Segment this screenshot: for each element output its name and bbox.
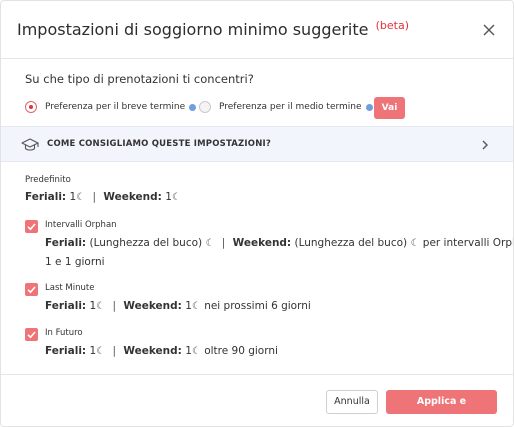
orphan-gaps-label: Intervalli Orphan: [45, 220, 117, 230]
booking-type-options: Preferenza per il breve termine Preferen…: [25, 97, 505, 119]
weekdays-label: Feriali:: [25, 191, 67, 203]
chevron-right-icon[interactable]: [480, 139, 490, 151]
orphan-gaps-values: Feriali: (Lunghezza del buco) ☾ | Weeken…: [45, 235, 513, 252]
moon-icon: ☾: [191, 346, 201, 357]
weekend-label: Weekend:: [103, 191, 162, 203]
weekend-value: 1: [165, 191, 172, 203]
moon-icon: ☾: [205, 238, 215, 249]
radio-short-term-label: Preferenza per il breve termine: [45, 102, 186, 112]
radio-medium-term-label: Preferenza per il medio termine: [219, 102, 362, 112]
weekend-value: (Lunghezza del buco): [294, 237, 408, 249]
separator: |: [221, 237, 226, 249]
weekdays-label: Feriali:: [45, 237, 87, 249]
separator: |: [112, 300, 117, 312]
default-values: Feriali: 1☾ | Weekend: 1☾: [25, 191, 181, 203]
future-label: In Futuro: [45, 328, 83, 338]
info-icon[interactable]: [365, 103, 373, 111]
weekend-label: Weekend:: [123, 345, 182, 357]
moon-icon: ☾: [410, 238, 420, 249]
weekend-label: Weekend:: [232, 237, 292, 249]
weekdays-value: 1: [69, 191, 77, 203]
booking-type-question: Su che tipo di prenotazioni ti concentri…: [25, 72, 254, 86]
graduation-cap-icon: [21, 138, 39, 151]
radio-medium-term[interactable]: Preferenza per il medio termine: [199, 101, 373, 113]
weekdays-value: 1: [89, 345, 97, 357]
orphan-gaps-suffix: per intervalli Orphan tra: [422, 237, 513, 249]
future-body: In Futuro Feriali: 1☾ | Weekend: 1☾ oltr…: [45, 328, 278, 360]
go-button[interactable]: Vai: [374, 97, 405, 119]
weekend-value: 1: [185, 345, 192, 357]
min-stay-dialog: Impostazioni di soggiorno minimo suggeri…: [0, 0, 514, 427]
separator: |: [112, 345, 117, 357]
check-icon: [27, 331, 36, 339]
moon-icon: ☾: [76, 192, 86, 203]
future-values: Feriali: 1☾ | Weekend: 1☾ oltre 90 giorn…: [45, 343, 278, 360]
orphan-gaps-checkbox[interactable]: [25, 220, 38, 233]
check-icon: [27, 223, 36, 231]
future-suffix: oltre 90 giorni: [204, 345, 278, 357]
radio-short-term[interactable]: Preferenza per il breve termine: [25, 101, 197, 113]
radio-short-term-indicator[interactable]: [25, 101, 37, 113]
cancel-button[interactable]: Annulla: [326, 390, 378, 414]
weekend-value: 1: [185, 300, 192, 312]
moon-icon: ☾: [191, 301, 201, 312]
info-icon[interactable]: [189, 103, 197, 111]
dialog-title: Impostazioni di soggiorno minimo suggeri…: [17, 19, 409, 39]
default-label: Predefinito: [25, 175, 71, 185]
future-checkbox[interactable]: [25, 328, 38, 341]
last-minute-checkbox[interactable]: [25, 283, 38, 296]
orphan-gaps-body: Intervalli Orphan Feriali: (Lunghezza de…: [45, 220, 513, 270]
moon-icon: ☾: [171, 192, 181, 203]
weekdays-value: 1: [89, 300, 97, 312]
apply-customize-button[interactable]: Applica e personalizza: [386, 390, 497, 426]
advice-banner[interactable]: COME CONSIGLIAMO QUESTE IMPOSTAZIONI?: [1, 126, 513, 162]
weekdays-label: Feriali:: [45, 300, 87, 312]
orphan-gaps-range: 1 e 1 giorni: [45, 256, 105, 268]
dialog-header: Impostazioni di soggiorno minimo suggeri…: [1, 1, 513, 59]
last-minute-suffix: nei prossimi 6 giorni: [204, 300, 311, 312]
dialog-title-text: Impostazioni di soggiorno minimo suggeri…: [17, 20, 369, 39]
dialog-footer: Annulla Applica e personalizza: [1, 374, 513, 426]
close-icon[interactable]: [481, 22, 497, 38]
weekdays-value: (Lunghezza del buco): [89, 237, 203, 249]
advice-label: COME CONSIGLIAMO QUESTE IMPOSTAZIONI?: [47, 139, 272, 149]
last-minute-body: Last Minute Feriali: 1☾ | Weekend: 1☾ ne…: [45, 283, 311, 315]
check-icon: [27, 286, 36, 294]
weekdays-label: Feriali:: [45, 345, 87, 357]
moon-icon: ☾: [96, 301, 106, 312]
moon-icon: ☾: [96, 346, 106, 357]
last-minute-values: Feriali: 1☾ | Weekend: 1☾ nei prossimi 6…: [45, 298, 311, 315]
radio-medium-term-indicator[interactable]: [199, 101, 211, 113]
weekend-label: Weekend:: [123, 300, 182, 312]
default-settings: Predefinito Feriali: 1☾ | Weekend: 1☾: [25, 175, 181, 203]
last-minute-label: Last Minute: [45, 283, 95, 293]
separator: |: [92, 191, 97, 203]
beta-badge: (beta): [375, 19, 409, 32]
